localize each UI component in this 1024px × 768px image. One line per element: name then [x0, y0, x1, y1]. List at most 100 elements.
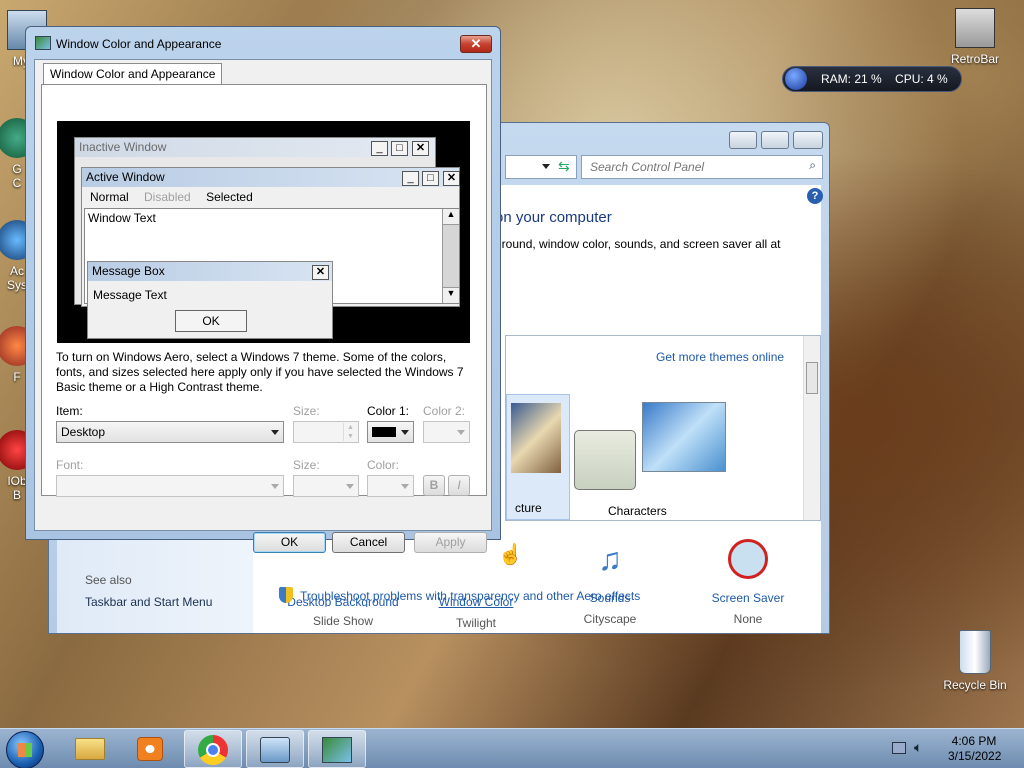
- font-select: [56, 475, 284, 497]
- themes-scrollbar[interactable]: [803, 336, 820, 520]
- hand-cursor-icon: ☝: [498, 544, 523, 566]
- taskbar-media-player[interactable]: [122, 730, 180, 768]
- control-panel-icon: [260, 737, 290, 763]
- cancel-button[interactable]: Cancel: [332, 532, 405, 553]
- desktop-icon-label: Ac Sys: [6, 264, 27, 292]
- desktop-icon-label: Recycle Bin: [943, 678, 1007, 692]
- desktop-icon-retrobar[interactable]: RetroBar: [940, 8, 1010, 66]
- minimize-button[interactable]: [729, 131, 757, 149]
- get-more-themes-link[interactable]: Get more themes online: [656, 350, 784, 364]
- ram-usage: RAM: 21 %: [821, 72, 882, 86]
- preview-message-box: Message Box ✕ Message Text OK: [87, 261, 333, 339]
- ok-button[interactable]: OK: [253, 532, 326, 553]
- help-icon[interactable]: ?: [807, 188, 823, 204]
- window-color-icon: [35, 36, 51, 50]
- volume-icon[interactable]: 🔈︎: [914, 739, 922, 756]
- close-icon: ✕: [412, 141, 429, 156]
- shield-icon: [279, 587, 293, 603]
- chevron-down-icon: [271, 430, 279, 435]
- font-label: Font:: [56, 458, 84, 472]
- chevron-down-icon: [346, 484, 354, 489]
- scroll-up-icon: ▲: [443, 209, 459, 225]
- search-input[interactable]: Search Control Panel ⌕: [581, 155, 823, 179]
- taskbar: 🔈︎: [0, 728, 1024, 768]
- chevron-down-icon: [457, 430, 465, 435]
- theme-thumbnail: [642, 402, 726, 472]
- windows-logo-icon: [18, 743, 32, 757]
- preview-message-box-title: Message Box: [88, 262, 332, 281]
- maximize-button[interactable]: [761, 131, 789, 149]
- network-icon[interactable]: [892, 742, 906, 754]
- font-color-picker: [367, 475, 414, 497]
- color2-picker: [423, 421, 470, 443]
- preview-menu-normal: Normal: [90, 190, 129, 204]
- preview-window-text: Window Text: [88, 211, 156, 225]
- preview-message-text: Message Text: [93, 288, 167, 302]
- chevron-down-icon: [271, 484, 279, 489]
- color1-picker[interactable]: [367, 421, 414, 443]
- system-monitor-gadget: RAM: 21 % CPU: 4 %: [782, 66, 962, 92]
- taskbar-window-color[interactable]: [308, 730, 366, 768]
- taskbar-start-menu-link[interactable]: Taskbar and Start Menu: [85, 595, 212, 609]
- maximize-icon: □: [391, 141, 408, 156]
- theme-selected[interactable]: cture: [506, 394, 570, 520]
- theme-thumbnail: [511, 403, 561, 473]
- taskbar-explorer[interactable]: [60, 730, 118, 768]
- color1-label: Color 1:: [367, 404, 410, 418]
- scrollbar-thumb[interactable]: [806, 362, 818, 394]
- color-swatch: [372, 427, 396, 437]
- item-label: Item:: [56, 404, 83, 418]
- scroll-down-icon: ▼: [443, 287, 459, 303]
- folder-icon: [75, 738, 105, 760]
- desktop-icon-label: IOb B: [7, 474, 27, 502]
- tab-window-color-and-appearance[interactable]: Window Color and Appearance: [43, 63, 223, 85]
- search-icon[interactable]: ⌕: [809, 158, 816, 173]
- start-button[interactable]: [6, 731, 44, 768]
- minimize-icon: _: [402, 171, 419, 186]
- dialog-title: Window Color and Appearance: [56, 37, 222, 51]
- refresh-icon[interactable]: ⇆: [558, 158, 570, 175]
- sounds-item[interactable]: ♫ Sounds Cityscape: [575, 537, 645, 626]
- troubleshoot-link[interactable]: Troubleshoot problems with transparency …: [300, 589, 640, 603]
- window-color-dialog: Window Color and Appearance ✕ Window Col…: [25, 26, 501, 553]
- rocket-icon: [785, 68, 807, 90]
- screen-saver-icon: [728, 539, 768, 579]
- themes-list[interactable]: Get more themes online cture Characters: [505, 335, 821, 521]
- font-color-label: Color:: [367, 458, 400, 472]
- spinner-icon: ▲ ▼: [343, 423, 357, 441]
- color2-label: Color 2:: [423, 404, 466, 418]
- close-icon: ✕: [312, 265, 329, 280]
- media-player-icon: [137, 737, 163, 761]
- minimize-icon: _: [371, 141, 388, 156]
- appearance-preview[interactable]: Inactive Window _ □ ✕ Active Window _ □ …: [57, 121, 470, 343]
- window-color-icon: [322, 737, 352, 763]
- preview-menu-selected: Selected: [206, 190, 253, 204]
- preview-scrollbar: ▲ ▼: [442, 209, 459, 303]
- sounds-icon: ♫: [598, 541, 622, 577]
- taskbar-chrome[interactable]: [184, 730, 242, 768]
- retrobar-icon: [955, 8, 995, 48]
- item-size-label: Size:: [293, 404, 320, 418]
- clock[interactable]: 4:06 PM 3/15/2022: [948, 734, 1001, 764]
- page-subheading: ground, window color, sounds, and screen…: [495, 237, 781, 251]
- close-button[interactable]: [793, 131, 823, 149]
- screen-saver-item[interactable]: Screen Saver None: [703, 537, 793, 626]
- item-select[interactable]: Desktop: [56, 421, 284, 443]
- chevron-down-icon: [401, 430, 409, 435]
- page-heading: on your computer: [495, 209, 612, 226]
- address-bar[interactable]: ⇆: [505, 155, 577, 179]
- theme-thumbnail: [574, 430, 636, 490]
- close-icon: ✕: [443, 171, 460, 186]
- desktop-icon-label: RetroBar: [950, 52, 1000, 66]
- font-size-label: Size:: [293, 458, 320, 472]
- desktop-icon-recycle-bin[interactable]: Recycle Bin: [940, 630, 1010, 692]
- chrome-icon: [198, 735, 228, 765]
- chevron-down-icon[interactable]: [542, 164, 550, 169]
- italic-button: I: [448, 475, 470, 496]
- close-button[interactable]: ✕: [460, 35, 492, 53]
- theme-characters[interactable]: Characters: [574, 398, 754, 518]
- taskbar-control-panel[interactable]: [246, 730, 304, 768]
- cpu-usage: CPU: 4 %: [895, 72, 948, 86]
- aero-info-text: To turn on Windows Aero, select a Window…: [56, 350, 464, 394]
- bold-button: B: [423, 475, 445, 496]
